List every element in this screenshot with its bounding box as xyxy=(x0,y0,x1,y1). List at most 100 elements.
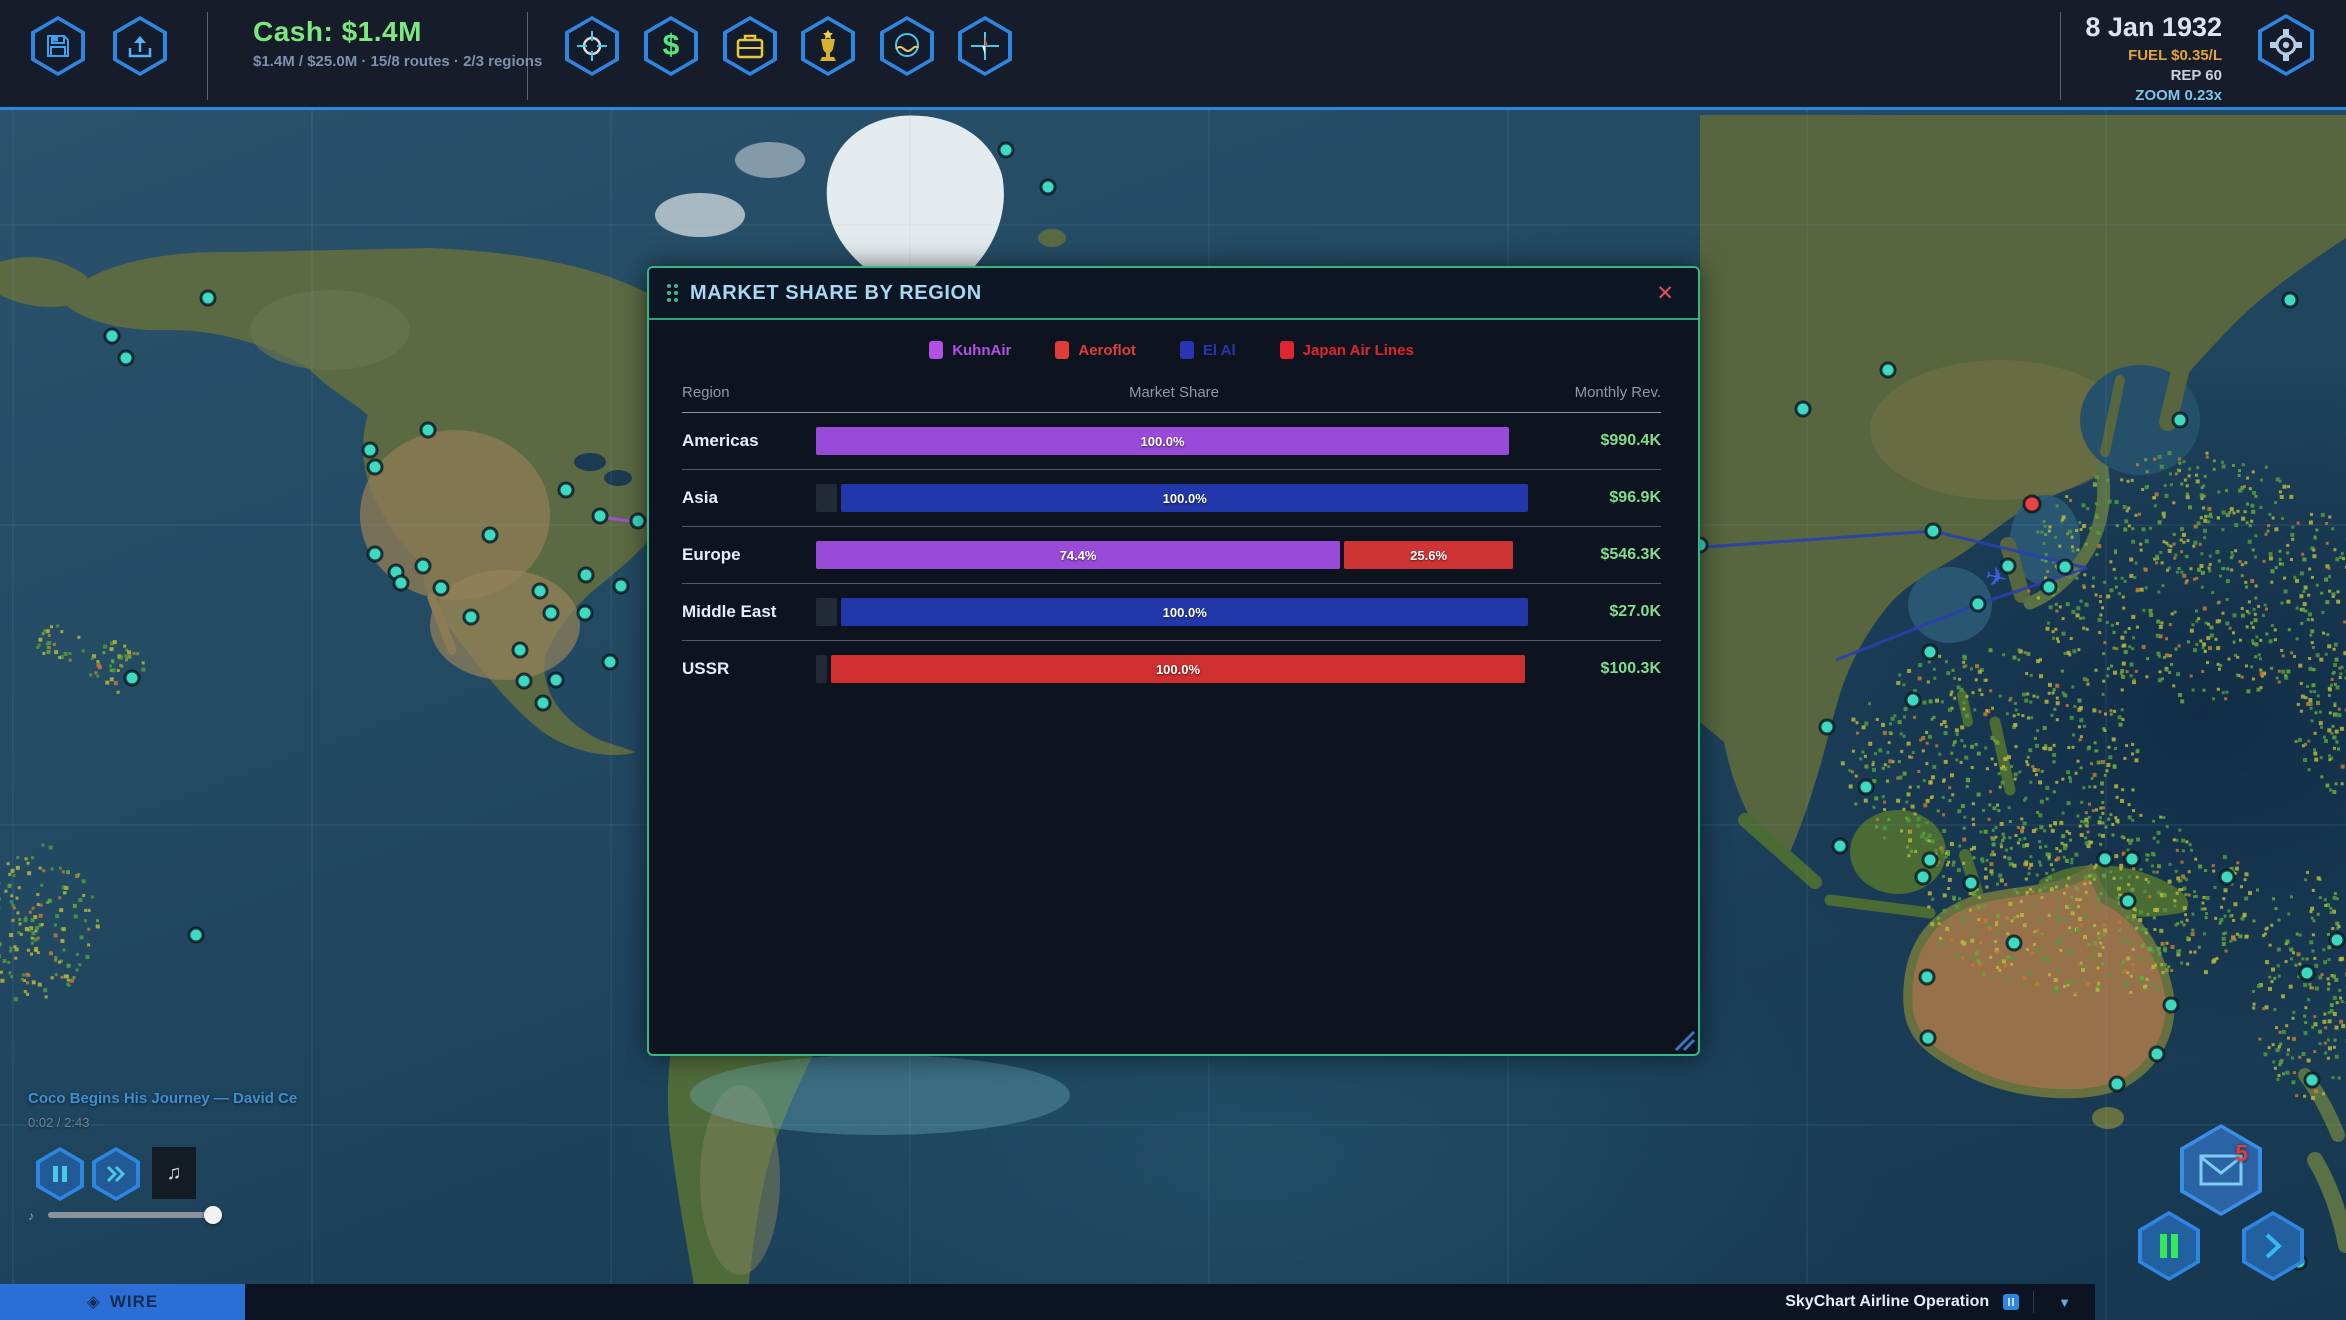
navigation-button[interactable] xyxy=(958,16,1012,76)
airport-dot[interactable] xyxy=(189,928,203,942)
airport-dot[interactable] xyxy=(1921,1031,1935,1045)
airport-dot[interactable] xyxy=(513,643,527,657)
airport-dot[interactable] xyxy=(549,673,563,687)
airport-dot[interactable] xyxy=(1926,524,1940,538)
close-icon[interactable]: ✕ xyxy=(1650,279,1680,308)
game-date: 8 Jan 1932 xyxy=(2085,12,2222,43)
airport-dot[interactable] xyxy=(363,443,377,457)
airport-dot[interactable] xyxy=(1971,597,1985,611)
airport-dot[interactable] xyxy=(2220,870,2234,884)
airport-dot[interactable] xyxy=(483,528,497,542)
settings-button[interactable] xyxy=(2258,14,2314,76)
airport-dot[interactable] xyxy=(2001,559,2015,573)
volume-note-icon: ♪ xyxy=(28,1209,34,1223)
game-pause-button[interactable] xyxy=(2138,1211,2200,1281)
airport-dot[interactable] xyxy=(368,460,382,474)
legend-swatch xyxy=(929,341,943,359)
airport-dot[interactable] xyxy=(1920,970,1934,984)
airport-dot[interactable] xyxy=(2173,413,2187,427)
airport-dot[interactable] xyxy=(544,606,558,620)
airport-dot[interactable] xyxy=(2150,1047,2164,1061)
market-share-row: Middle East100.0%$27.0K xyxy=(682,584,1661,640)
airport-dot[interactable] xyxy=(2121,894,2135,908)
airport-dot[interactable] xyxy=(464,610,478,624)
airport-dot[interactable] xyxy=(2058,560,2072,574)
achievements-button[interactable] xyxy=(801,16,855,76)
music-skip-button[interactable] xyxy=(92,1147,140,1201)
airport-dot[interactable] xyxy=(368,547,382,561)
finance-button[interactable]: $ xyxy=(644,16,698,76)
airport-dot[interactable] xyxy=(421,423,435,437)
wire-button[interactable]: ◈ WIRE xyxy=(0,1284,245,1320)
column-monthly-rev: Monthly Rev. xyxy=(1532,384,1661,401)
app-pause-chip[interactable] xyxy=(2003,1294,2019,1310)
airport-dot[interactable] xyxy=(119,351,133,365)
airport-dot[interactable] xyxy=(394,576,408,590)
airport-dot[interactable] xyxy=(1041,180,1055,194)
trophy-icon xyxy=(801,16,855,76)
save-button[interactable] xyxy=(31,16,85,76)
airport-dot[interactable] xyxy=(603,655,617,669)
music-pause-button[interactable] xyxy=(36,1147,84,1201)
airport-dot[interactable] xyxy=(593,509,607,523)
airport-dot[interactable] xyxy=(2007,936,2021,950)
airport-dot[interactable] xyxy=(434,581,448,595)
airport-dot[interactable] xyxy=(2110,1077,2124,1091)
airport-dot[interactable] xyxy=(1916,870,1930,884)
load-button[interactable] xyxy=(113,16,167,76)
drag-handle-icon[interactable] xyxy=(667,284,678,302)
airport-dot[interactable] xyxy=(1881,363,1895,377)
airport-dot[interactable] xyxy=(125,671,139,685)
airport-dot[interactable] xyxy=(1796,402,1810,416)
airport-dot[interactable] xyxy=(614,579,628,593)
app-title: SkyChart Airline Operation xyxy=(1785,1293,1989,1311)
reputation: REP 60 xyxy=(2085,67,2222,84)
cash-details: $1.4M / $25.0M · 15/8 routes · 2/3 regio… xyxy=(253,53,542,70)
airport-dot[interactable] xyxy=(631,514,645,528)
airport-dot[interactable] xyxy=(2164,998,2178,1012)
airport-dot[interactable] xyxy=(2330,933,2344,947)
window-header[interactable]: MARKET SHARE BY REGION ✕ xyxy=(649,268,1698,320)
airport-dot[interactable] xyxy=(2125,852,2139,866)
airport-dot[interactable] xyxy=(201,291,215,305)
airport-dot[interactable] xyxy=(2300,966,2314,980)
airport-dot[interactable] xyxy=(999,143,1013,157)
music-list-button[interactable]: ♫ xyxy=(152,1147,196,1199)
wire-label: WIRE xyxy=(110,1292,158,1312)
airport-dot[interactable] xyxy=(1923,645,1937,659)
airport-dot[interactable] xyxy=(1906,693,1920,707)
airport-dot[interactable] xyxy=(2098,852,2112,866)
legend-label: El Al xyxy=(1203,342,1236,359)
airport-dot[interactable] xyxy=(559,483,573,497)
airport-dot[interactable] xyxy=(579,568,593,582)
airport-dot[interactable] xyxy=(517,674,531,688)
airport-dot[interactable] xyxy=(1859,780,1873,794)
airport-dot[interactable] xyxy=(533,584,547,598)
airport-dot[interactable] xyxy=(416,559,430,573)
inbox-button[interactable]: 5 xyxy=(2180,1124,2262,1216)
airport-dot[interactable] xyxy=(105,329,119,343)
alert-airport-dot[interactable] xyxy=(2024,496,2040,512)
world-stats-button[interactable] xyxy=(880,16,934,76)
region-label: Asia xyxy=(682,488,816,508)
share-bar: 100.0% xyxy=(816,598,1532,626)
chevron-down-icon[interactable]: ▼ xyxy=(2048,1295,2081,1310)
wire-icon: ◈ xyxy=(87,1292,101,1312)
airport-dot[interactable] xyxy=(1833,839,1847,853)
airport-dot[interactable] xyxy=(2305,1073,2319,1087)
upload-icon xyxy=(113,16,167,76)
fleet-button[interactable] xyxy=(723,16,777,76)
radar-button[interactable] xyxy=(565,16,619,76)
speed-forward-button[interactable] xyxy=(2242,1211,2304,1281)
resize-handle[interactable] xyxy=(1670,1026,1696,1052)
airport-dot[interactable] xyxy=(1820,720,1834,734)
airport-dot[interactable] xyxy=(2042,580,2056,594)
volume-slider[interactable] xyxy=(48,1212,218,1218)
airport-dot[interactable] xyxy=(1964,876,1978,890)
share-bar-segment: 25.6% xyxy=(1344,541,1513,569)
airport-dot[interactable] xyxy=(536,696,550,710)
airport-dot[interactable] xyxy=(2283,293,2297,307)
airport-dot[interactable] xyxy=(578,606,592,620)
divider xyxy=(207,12,208,100)
airport-dot[interactable] xyxy=(1923,853,1937,867)
